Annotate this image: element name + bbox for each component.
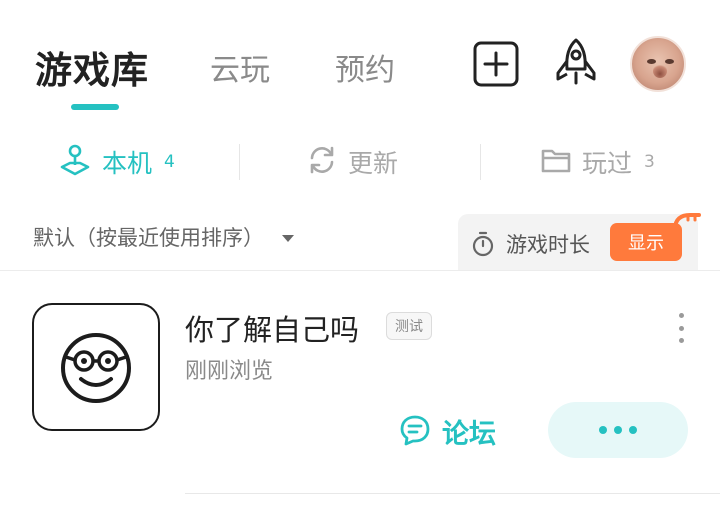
- forum-label: 论坛: [442, 419, 496, 450]
- smiley-glasses-icon: [54, 323, 138, 411]
- more-dot: [599, 426, 607, 434]
- play-time-label: 游戏时长: [506, 233, 590, 257]
- pointer-hook-icon: [672, 211, 702, 237]
- avatar-eye: [665, 59, 674, 64]
- refresh-icon: [306, 144, 338, 180]
- play-time-toggle-bar: 游戏时长 显示: [458, 213, 701, 270]
- more-options-button[interactable]: [548, 402, 688, 458]
- filter-played[interactable]: 玩过 3: [540, 138, 655, 186]
- sort-dropdown[interactable]: 默认（按最近使用排序）: [33, 222, 294, 252]
- tab-cloud-play[interactable]: 云玩: [210, 45, 270, 89]
- active-tab-indicator: [71, 104, 119, 110]
- avatar-eye: [647, 59, 656, 64]
- more-dot: [629, 426, 637, 434]
- filter-row: 本机 4 更新 玩过 3: [0, 138, 720, 186]
- more-dot: [614, 426, 622, 434]
- tab-game-library[interactable]: 游戏库: [35, 40, 149, 94]
- section-divider: [0, 270, 720, 271]
- top-bar: 游戏库 云玩 预约: [0, 0, 720, 120]
- add-square-icon[interactable]: [472, 40, 520, 88]
- filter-update-label: 更新: [348, 149, 399, 178]
- avatar-nose: [653, 64, 667, 78]
- avatar[interactable]: [630, 36, 686, 92]
- joystick-icon: [58, 143, 92, 181]
- filter-local[interactable]: 本机 4: [58, 138, 175, 186]
- sort-label: 默认（按最近使用排序）: [33, 226, 264, 250]
- kebab-menu-icon[interactable]: [672, 313, 690, 343]
- game-last-viewed: 刚刚浏览: [185, 359, 274, 384]
- game-title[interactable]: 你了解自己吗: [185, 307, 359, 349]
- filter-local-count: 4: [164, 152, 175, 172]
- rocket-icon[interactable]: [550, 37, 602, 89]
- filter-divider: [239, 144, 240, 180]
- forum-button[interactable]: 论坛: [398, 412, 496, 451]
- caret-down-icon: [282, 234, 294, 242]
- filter-update[interactable]: 更新: [306, 138, 410, 186]
- tab-reservation[interactable]: 预约: [335, 45, 395, 89]
- game-icon[interactable]: [32, 303, 160, 431]
- filter-played-count: 3: [644, 152, 655, 172]
- filter-divider: [480, 144, 481, 180]
- list-divider: [185, 493, 720, 494]
- filter-played-label: 玩过: [582, 149, 633, 178]
- game-tag: 测试: [386, 312, 432, 340]
- folder-icon: [540, 145, 572, 179]
- timer-icon: [471, 231, 495, 261]
- filter-local-label: 本机: [102, 149, 153, 178]
- chat-bubble-icon: [398, 413, 432, 451]
